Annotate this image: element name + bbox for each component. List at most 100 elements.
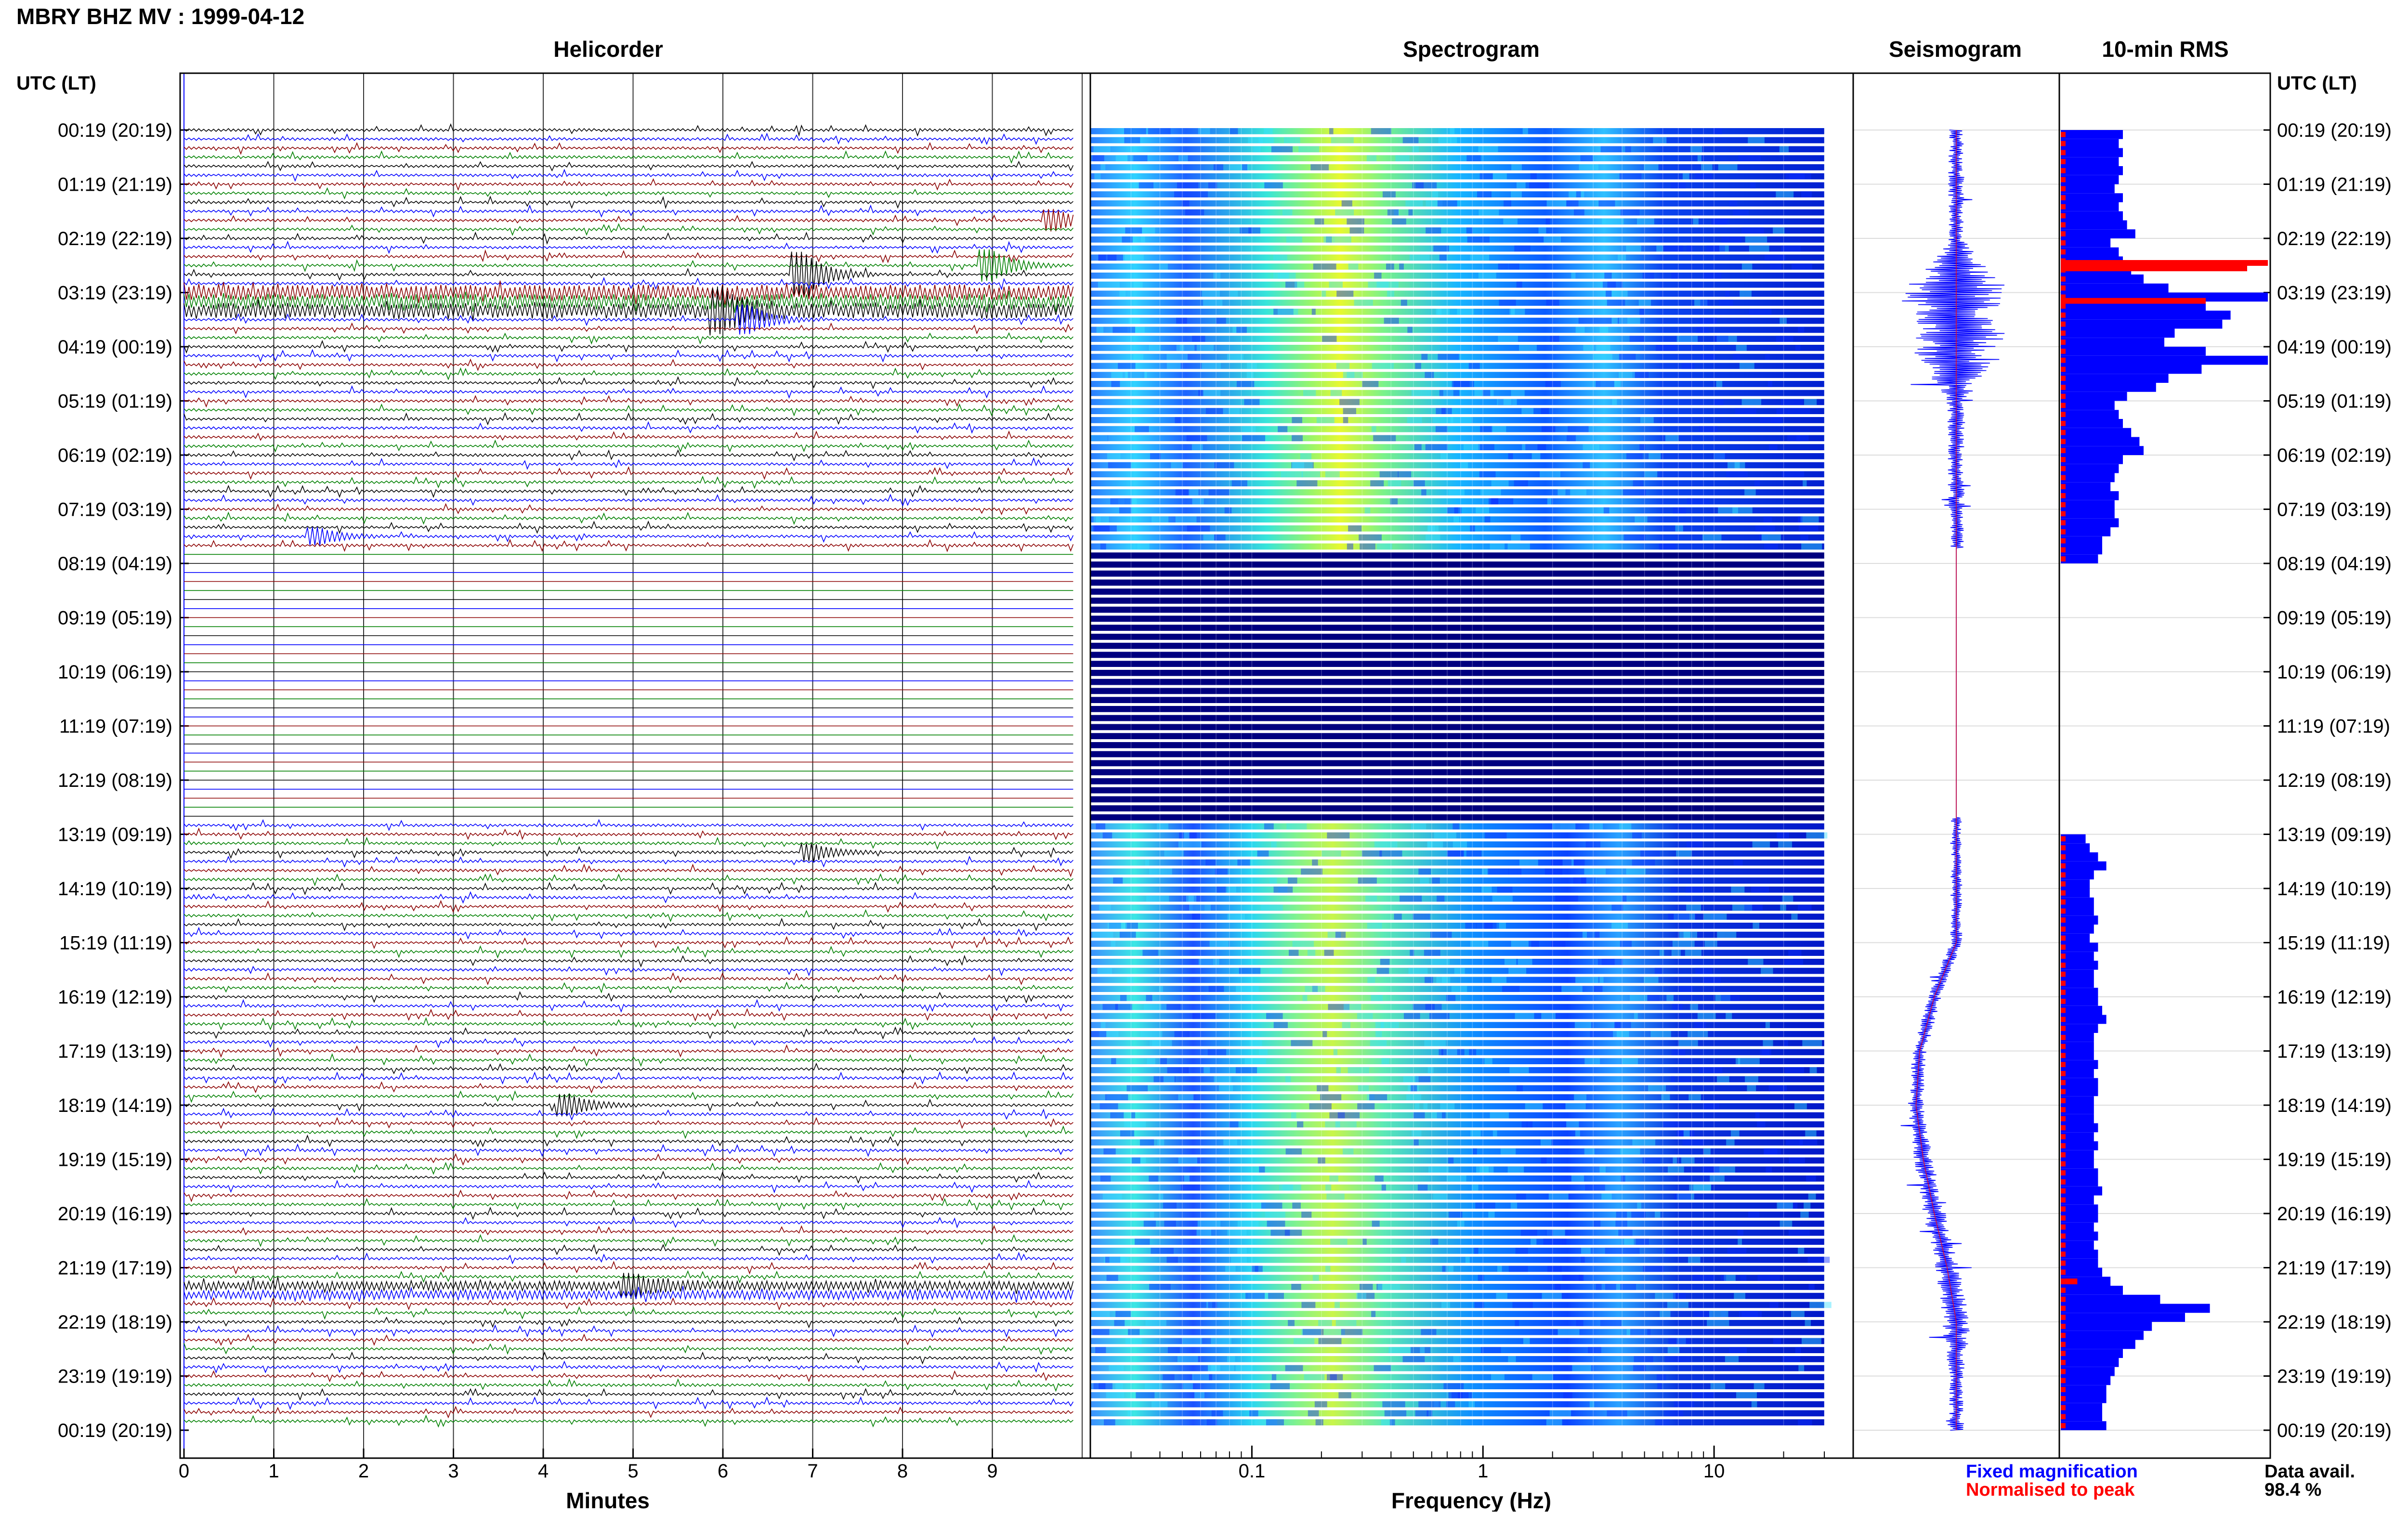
rms-bar [2061,1005,2102,1015]
rms-bar [2061,979,2094,988]
rms-normalised-mark [2061,529,2066,535]
spectrogram-streak [1150,453,1161,459]
spectrogram-streak [1433,1193,1447,1200]
spectrogram-streak [1729,200,1738,207]
spectrogram-streak [1339,399,1360,405]
spectrogram-streak [1400,895,1422,902]
rms-bar [2061,1168,2098,1177]
spectrogram-streak [1802,1040,1822,1046]
spectrogram-streak [1279,1184,1301,1191]
spectrogram-streak [1516,1085,1523,1092]
rms-bar [2061,283,2169,293]
spectrogram-streak [1738,155,1761,161]
rms-bar [2061,1087,2098,1096]
spectrogram-streak [1445,1266,1454,1272]
rms-normalised-mark [2061,412,2066,417]
spectrogram-streak [1266,1419,1284,1425]
rms-normalised-mark [2061,303,2066,309]
spectrogram-streak [1227,1229,1247,1236]
rms-bar [2061,139,2119,148]
spectrogram-streak [1203,534,1214,541]
spectrogram-streak [1111,1058,1116,1064]
spectrogram-streak [1566,435,1576,442]
spectrogram-streak [1500,1148,1516,1155]
spectrogram-streak [1386,263,1394,270]
spectrogram-streak [1460,462,1468,469]
spectrogram-streak [1376,543,1392,550]
rms-bar [2061,193,2123,202]
spectrogram-streak [1622,1058,1638,1064]
spectrogram-streak [1621,1175,1625,1182]
legend-fixed: Fixed magnification [1966,1462,2138,1482]
spectrogram-streak [1671,950,1681,956]
rms-normalised-mark [2061,908,2066,914]
time-label-left: 23:19 (19:19) [58,1366,172,1387]
rms-bar [2061,1403,2102,1412]
rms-normalised-mark [2061,1143,2066,1149]
spectrogram-streak [1800,534,1808,541]
rms-normalised-mark [2061,1161,2066,1167]
spectrogram-streak [1251,1266,1258,1272]
spectrogram-streak [1215,868,1228,875]
spectrogram-streak [1140,236,1145,243]
spectrogram-streak [1699,426,1718,432]
spectrogram-streak [1202,363,1221,369]
spectrogram-streak [1452,381,1474,387]
rms-normalised-mark [2061,990,2066,995]
spectrogram-streak [1605,1284,1616,1290]
spectrogram-streak [1572,1365,1591,1371]
spectrogram-streak [1314,218,1324,225]
spectrogram-streak [1509,1067,1529,1073]
spectrogram-streak [1732,507,1753,514]
spectrogram-streak [1541,1157,1547,1164]
spectrogram-streak [1124,137,1140,144]
spectrogram-streak [1798,1365,1805,1371]
spectrogram-streak [1115,1311,1131,1317]
spectrogram-streak [1598,200,1615,207]
spectrogram-streak [1413,914,1430,920]
rms-normalised-mark [2061,1116,2066,1122]
spectrogram-title: Spectrogram [1403,37,1540,62]
spectrogram-streak [1450,128,1455,134]
spectrogram-streak [1296,480,1318,486]
rms-normalised-mark [2061,1071,2066,1076]
spectrogram-streak [1113,877,1123,884]
spectrogram-streak [1776,191,1794,197]
spectrogram-streak [1636,1239,1649,1245]
spectrogram-streak [1745,1076,1758,1083]
spectrogram-streak [1671,1076,1675,1083]
spectrogram-streak [1508,1356,1516,1362]
spectrogram-x-tick-label: 10 [1703,1461,1725,1482]
spectrogram-streak [1555,895,1578,902]
time-label-left: 00:19 (20:19) [58,1420,172,1441]
spectrogram-streak [1552,823,1576,830]
spectrogram-streak [1124,128,1146,134]
spectrogram-streak [1159,986,1163,992]
rms-normalised-mark [2061,1197,2066,1203]
spectrogram-streak [1227,1356,1235,1362]
spectrogram-streak [1738,1058,1760,1064]
time-label-left: 18:19 (14:19) [58,1095,172,1116]
rms-normalised-mark [2061,177,2066,183]
spectrogram-streak [1516,281,1522,288]
spectrogram-streak [1382,1401,1405,1408]
spectrogram-streak [1531,1239,1537,1245]
spectrogram-streak [1479,209,1499,216]
rms-normalised-mark [2061,1098,2066,1103]
spectrogram-streak [1184,1175,1190,1182]
spectrogram-streak [1402,137,1419,144]
spectrogram-streak [1230,290,1238,297]
spectrogram-streak [1264,128,1273,134]
rms-normalised-mark [2061,1107,2066,1112]
spectrogram-streak [1236,986,1259,992]
spectrogram-streak [1707,1320,1729,1326]
spectrogram-streak [1348,525,1362,532]
spectrogram-streak [1135,1239,1150,1245]
spectrogram-streak [1618,1229,1633,1236]
spectrogram-streak [1581,1248,1591,1254]
spectrogram-streak [1204,1067,1210,1073]
spectrogram-streak [1291,1112,1296,1119]
rms-normalised-mark [2061,1269,2066,1275]
spectrogram-streak [1150,1212,1154,1218]
spectrogram-streak [1615,1220,1627,1227]
